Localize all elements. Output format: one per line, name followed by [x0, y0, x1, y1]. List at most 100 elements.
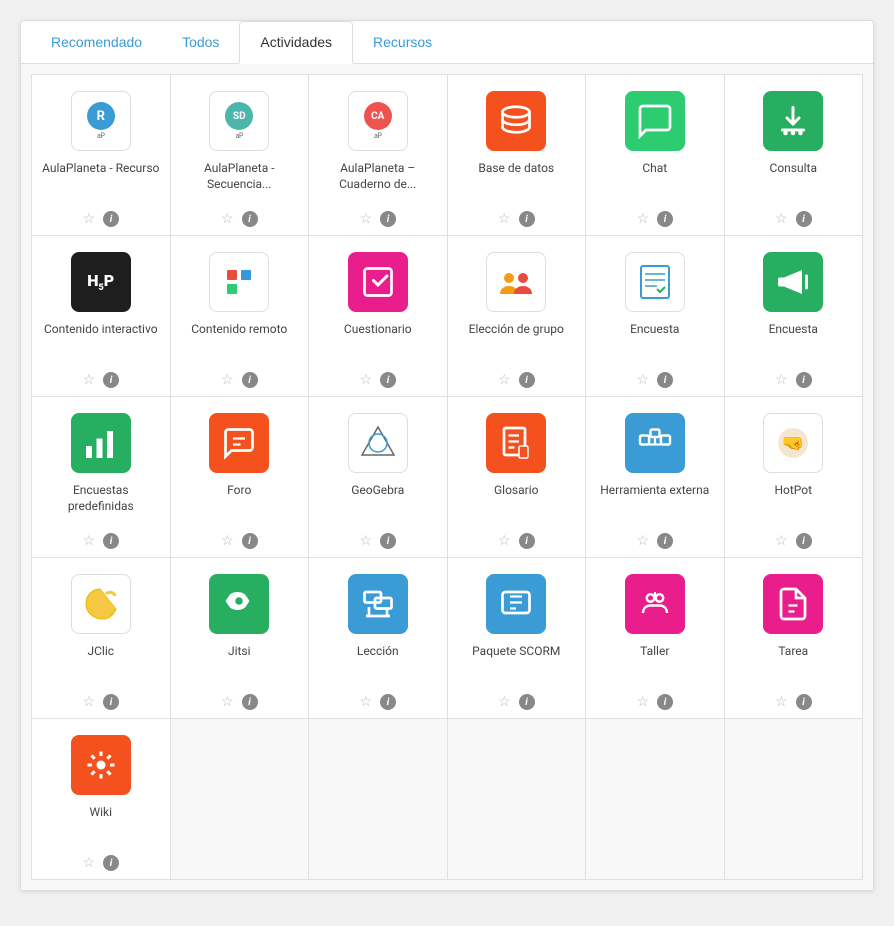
- aulap-secuencia-icon: SD aP: [209, 91, 269, 151]
- info-icon[interactable]: i: [657, 211, 673, 227]
- tarea-icon: [763, 574, 823, 634]
- star-icon[interactable]: ☆: [498, 211, 511, 227]
- main-container: Recomendado Todos Actividades Recursos R…: [20, 20, 874, 891]
- info-icon[interactable]: i: [242, 372, 258, 388]
- star-icon[interactable]: ☆: [359, 211, 372, 227]
- item-label: AulaPlaneta – Cuaderno de...: [317, 161, 439, 201]
- star-icon[interactable]: ☆: [359, 372, 372, 388]
- tab-todos[interactable]: Todos: [162, 21, 239, 64]
- info-icon[interactable]: i: [657, 372, 673, 388]
- star-icon[interactable]: ☆: [82, 855, 95, 871]
- star-icon[interactable]: ☆: [82, 372, 95, 388]
- star-icon[interactable]: ☆: [636, 533, 649, 549]
- star-icon[interactable]: ☆: [636, 372, 649, 388]
- info-icon[interactable]: i: [796, 533, 812, 549]
- list-item: Jitsi ☆ i: [171, 558, 309, 718]
- eleccion-grupo-icon: [486, 252, 546, 312]
- item-actions: ☆ i: [636, 372, 673, 388]
- star-icon[interactable]: ☆: [221, 533, 234, 549]
- item-actions: ☆ i: [82, 694, 119, 710]
- star-icon[interactable]: ☆: [636, 211, 649, 227]
- item-actions: ☆ i: [82, 855, 119, 871]
- list-item: Base de datos ☆ i: [448, 75, 586, 235]
- star-icon[interactable]: ☆: [221, 694, 234, 710]
- star-icon[interactable]: ☆: [82, 533, 95, 549]
- star-icon[interactable]: ☆: [498, 694, 511, 710]
- tab-actividades[interactable]: Actividades: [239, 21, 353, 64]
- encuesta-megaphone-icon: [763, 252, 823, 312]
- star-icon[interactable]: ☆: [359, 533, 372, 549]
- star-icon[interactable]: ☆: [498, 533, 511, 549]
- empty-cell: [448, 719, 586, 879]
- info-icon[interactable]: i: [796, 211, 812, 227]
- item-label: Lección: [357, 644, 399, 684]
- list-item: Glosario ☆ i: [448, 397, 586, 557]
- item-label: GeoGebra: [351, 483, 404, 523]
- list-item: Foro ☆ i: [171, 397, 309, 557]
- star-icon[interactable]: ☆: [498, 372, 511, 388]
- item-label: Paquete SCORM: [472, 644, 560, 684]
- list-item: Herramienta externa ☆ i: [586, 397, 724, 557]
- item-label: Jitsi: [228, 644, 251, 684]
- hotpot-icon: 🤜: [763, 413, 823, 473]
- info-icon[interactable]: i: [519, 694, 535, 710]
- item-label: Taller: [640, 644, 669, 684]
- star-icon[interactable]: ☆: [221, 372, 234, 388]
- star-icon[interactable]: ☆: [775, 372, 788, 388]
- item-actions: ☆ i: [82, 211, 119, 227]
- base-datos-icon: [486, 91, 546, 151]
- item-actions: ☆ i: [221, 694, 258, 710]
- star-icon[interactable]: ☆: [82, 694, 95, 710]
- item-label: Contenido interactivo: [44, 322, 158, 362]
- tab-recursos[interactable]: Recursos: [353, 21, 452, 64]
- tab-recomendado[interactable]: Recomendado: [31, 21, 162, 64]
- jitsi-icon: [209, 574, 269, 634]
- item-actions: ☆ i: [359, 694, 396, 710]
- list-item: Chat ☆ i: [586, 75, 724, 235]
- star-icon[interactable]: ☆: [359, 694, 372, 710]
- info-icon[interactable]: i: [380, 533, 396, 549]
- info-icon[interactable]: i: [103, 211, 119, 227]
- star-icon[interactable]: ☆: [636, 694, 649, 710]
- info-icon[interactable]: i: [103, 855, 119, 871]
- item-label: Wiki: [89, 805, 112, 845]
- item-label: Cuestionario: [344, 322, 412, 362]
- info-icon[interactable]: i: [657, 533, 673, 549]
- info-icon[interactable]: i: [103, 694, 119, 710]
- scorm-icon: [486, 574, 546, 634]
- info-icon[interactable]: i: [242, 211, 258, 227]
- info-icon[interactable]: i: [380, 372, 396, 388]
- star-icon[interactable]: ☆: [775, 694, 788, 710]
- wiki-icon: [71, 735, 131, 795]
- geogebra-icon: [348, 413, 408, 473]
- activity-grid: R aP AulaPlaneta - Recurso ☆ i SD aP: [31, 74, 863, 880]
- info-icon[interactable]: i: [519, 533, 535, 549]
- item-label: Encuesta: [630, 322, 679, 362]
- info-icon[interactable]: i: [796, 372, 812, 388]
- info-icon[interactable]: i: [380, 211, 396, 227]
- activity-grid-container: R aP AulaPlaneta - Recurso ☆ i SD aP: [21, 64, 873, 890]
- star-icon[interactable]: ☆: [82, 211, 95, 227]
- star-icon[interactable]: ☆: [775, 533, 788, 549]
- info-icon[interactable]: i: [242, 533, 258, 549]
- info-icon[interactable]: i: [519, 211, 535, 227]
- item-actions: ☆ i: [82, 372, 119, 388]
- item-label: Tarea: [778, 644, 808, 684]
- star-icon[interactable]: ☆: [775, 211, 788, 227]
- list-item: Consulta ☆ i: [725, 75, 863, 235]
- item-actions: ☆ i: [221, 372, 258, 388]
- info-icon[interactable]: i: [519, 372, 535, 388]
- info-icon[interactable]: i: [796, 694, 812, 710]
- info-icon[interactable]: i: [657, 694, 673, 710]
- list-item: Taller ☆ i: [586, 558, 724, 718]
- info-icon[interactable]: i: [103, 372, 119, 388]
- info-icon[interactable]: i: [242, 694, 258, 710]
- info-icon[interactable]: i: [380, 694, 396, 710]
- list-item: CA aP AulaPlaneta – Cuaderno de... ☆ i: [309, 75, 447, 235]
- star-icon[interactable]: ☆: [221, 211, 234, 227]
- empty-cell: [586, 719, 724, 879]
- item-label: Foro: [227, 483, 251, 523]
- herramienta-ext-icon: [625, 413, 685, 473]
- info-icon[interactable]: i: [103, 533, 119, 549]
- item-label: AulaPlaneta - Secuencia...: [179, 161, 301, 201]
